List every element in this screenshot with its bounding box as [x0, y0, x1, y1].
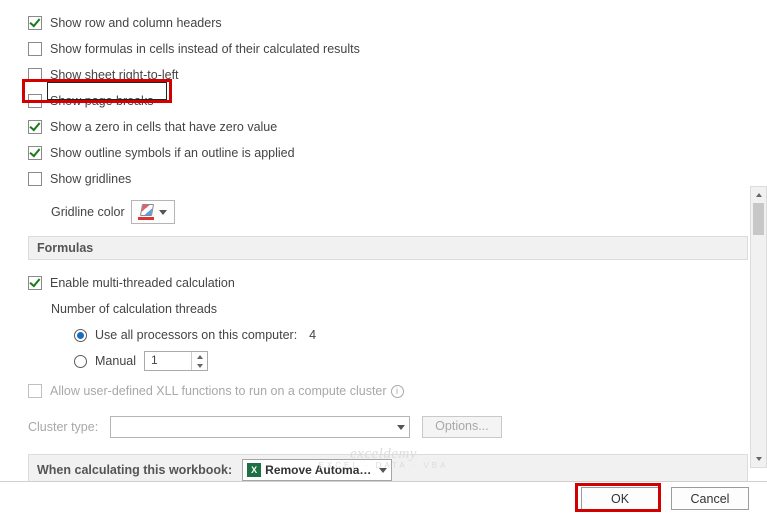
vertical-scrollbar[interactable]: [750, 186, 767, 468]
spinner-down-button[interactable]: [192, 361, 207, 370]
checkbox-icon[interactable]: [28, 16, 42, 30]
workbook-name: Remove Automatic...: [265, 463, 375, 477]
label-show-rtl: Show sheet right-to-left: [50, 68, 179, 82]
label-gridline-color: Gridline color: [51, 205, 125, 219]
radio-icon[interactable]: [74, 355, 87, 368]
spinner-up-button[interactable]: [192, 352, 207, 361]
chevron-up-icon: [756, 193, 762, 197]
cluster-options-button: Options...: [422, 416, 502, 438]
option-allow-xll: Allow user-defined XLL functions to run …: [28, 378, 732, 404]
chevron-down-icon: [197, 364, 203, 368]
checkbox-icon[interactable]: [28, 120, 42, 134]
section-formulas: Formulas: [28, 236, 748, 260]
label-show-page-breaks: Show page breaks: [50, 94, 154, 108]
checkbox-icon: [28, 384, 42, 398]
value-processor-count: 4: [309, 328, 316, 342]
manual-threads-spinner[interactable]: 1: [144, 351, 208, 371]
label-allow-xll: Allow user-defined XLL functions to run …: [50, 384, 387, 398]
workbook-combo[interactable]: X Remove Automatic...: [242, 459, 392, 481]
chevron-up-icon: [197, 355, 203, 359]
dialog-footer: OK Cancel: [0, 481, 767, 515]
option-show-outline[interactable]: Show outline symbols if an outline is ap…: [28, 140, 732, 166]
label-num-threads: Number of calculation threads: [51, 302, 217, 316]
checkbox-icon[interactable]: [28, 94, 42, 108]
scroll-track[interactable]: [751, 203, 766, 451]
option-show-gridlines[interactable]: Show gridlines: [28, 166, 732, 192]
option-manual-threads[interactable]: Manual 1: [28, 348, 732, 374]
option-show-formulas[interactable]: Show formulas in cells instead of their …: [28, 36, 732, 62]
info-icon[interactable]: i: [391, 385, 404, 398]
checkbox-icon[interactable]: [28, 68, 42, 82]
excel-icon: X: [247, 463, 261, 477]
label-show-zero: Show a zero in cells that have zero valu…: [50, 120, 277, 134]
chevron-down-icon: [756, 457, 762, 461]
label-show-gridlines: Show gridlines: [50, 172, 131, 186]
option-show-page-breaks[interactable]: Show page breaks: [28, 88, 732, 114]
option-show-headers[interactable]: Show row and column headers: [28, 10, 732, 36]
option-show-zero[interactable]: Show a zero in cells that have zero valu…: [28, 114, 732, 140]
checkbox-icon[interactable]: [28, 172, 42, 186]
scroll-down-button[interactable]: [751, 451, 766, 467]
option-show-rtl[interactable]: Show sheet right-to-left: [28, 62, 732, 88]
cluster-type-row: Cluster type: Options...: [28, 416, 732, 438]
label-show-outline: Show outline symbols if an outline is ap…: [50, 146, 295, 160]
chevron-down-icon: [159, 210, 167, 215]
option-enable-multithread[interactable]: Enable multi-threaded calculation: [28, 270, 732, 296]
radio-icon[interactable]: [74, 329, 87, 342]
label-use-all: Use all processors on this computer:: [95, 328, 297, 342]
label-when-calculating: When calculating this workbook:: [37, 463, 232, 477]
label-cluster-type: Cluster type:: [28, 420, 98, 434]
label-num-threads-row: Number of calculation threads: [28, 296, 732, 322]
spinner-value: 1: [145, 352, 191, 370]
chevron-down-icon: [379, 468, 387, 473]
label-show-formulas: Show formulas in cells instead of their …: [50, 42, 360, 56]
scroll-thumb[interactable]: [753, 203, 764, 235]
label-show-headers: Show row and column headers: [50, 16, 222, 30]
gridline-color-button[interactable]: [131, 200, 175, 224]
checkbox-icon[interactable]: [28, 276, 42, 290]
label-manual: Manual: [95, 354, 136, 368]
option-use-all-processors[interactable]: Use all processors on this computer: 4: [28, 322, 732, 348]
ok-button[interactable]: OK: [581, 487, 659, 510]
cancel-button[interactable]: Cancel: [671, 487, 749, 510]
fill-color-icon: [138, 205, 154, 219]
gridline-color-row: Gridline color: [28, 194, 732, 230]
checkbox-icon[interactable]: [28, 42, 42, 56]
label-enable-multithread: Enable multi-threaded calculation: [50, 276, 235, 290]
chevron-down-icon: [397, 425, 405, 430]
scroll-up-button[interactable]: [751, 187, 766, 203]
cluster-type-combo[interactable]: [110, 416, 410, 438]
checkbox-icon[interactable]: [28, 146, 42, 160]
